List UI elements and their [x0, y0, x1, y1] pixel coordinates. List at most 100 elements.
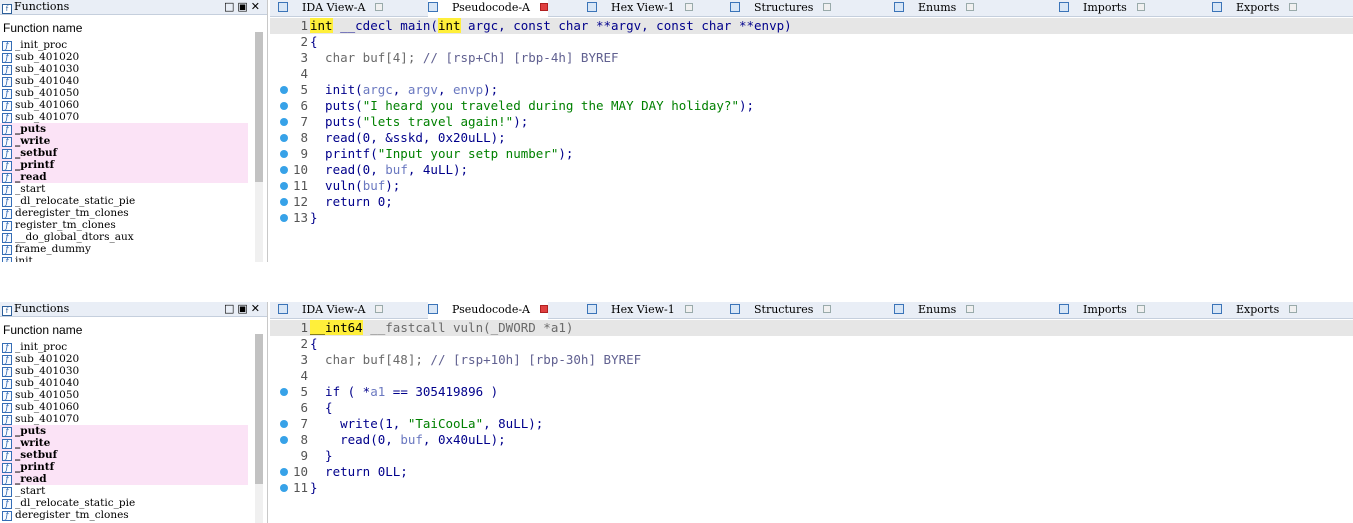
breakpoint-dot-icon[interactable] [280, 198, 288, 206]
tab-close-icon[interactable] [684, 305, 693, 313]
function-list-item[interactable]: f _init_proc [0, 39, 248, 51]
function-list-item[interactable]: f _start [0, 183, 248, 195]
breakpoint-dot-icon[interactable] [280, 102, 288, 110]
function-list-item[interactable]: f _setbuf [0, 147, 248, 159]
breakpoint-dot-icon[interactable] [280, 420, 288, 428]
code-line[interactable]: 11 vuln(buf); [270, 178, 1353, 194]
tab-close-icon[interactable] [966, 3, 975, 11]
function-list-item[interactable]: f sub_401050 [0, 87, 248, 99]
maximize-icon[interactable]: □ [224, 0, 237, 13]
breakpoint-dot-icon[interactable] [280, 150, 288, 158]
breakpoint-dot-icon[interactable] [280, 388, 288, 396]
tab-structures[interactable]: Structures [730, 0, 832, 17]
function-list-item[interactable]: f deregister_tm_clones [0, 207, 248, 219]
code-line[interactable]: 9 } [270, 448, 1353, 464]
code-line[interactable]: 7 write(1, "TaiCooLa", 8uLL); [270, 416, 1353, 432]
function-list-item[interactable]: f sub_401030 [0, 63, 248, 75]
scrollbar-thumb[interactable] [255, 32, 263, 182]
breakpoint-dot-icon[interactable] [280, 166, 288, 174]
tab-close-icon[interactable] [1289, 3, 1298, 11]
function-list-item[interactable]: f init [0, 255, 248, 262]
function-list-item[interactable]: f sub_401070 [0, 111, 248, 123]
close-icon[interactable]: ✕ [251, 0, 263, 13]
tab-pseudocode-a[interactable]: Pseudocode-A [428, 0, 549, 17]
function-list-item[interactable]: f sub_401040 [0, 377, 248, 389]
tab-imports[interactable]: Imports [1059, 0, 1145, 17]
function-list-item[interactable]: f sub_401070 [0, 413, 248, 425]
code-line[interactable]: 4 [270, 368, 1353, 384]
tab-close-icon[interactable] [1289, 305, 1298, 313]
code-line[interactable]: 1 int __cdecl main(int argc, const char *… [270, 18, 1353, 34]
function-list-item[interactable]: f __do_global_dtors_aux [0, 231, 248, 243]
tab-ida-view-a[interactable]: IDA View-A [278, 302, 384, 319]
tab-hex-view-1[interactable]: Hex View-1 [587, 0, 693, 17]
tab-close-icon[interactable] [1136, 305, 1145, 313]
tab-pseudocode-a[interactable]: Pseudocode-A [428, 302, 549, 319]
tab-close-icon[interactable] [966, 305, 975, 313]
function-list-item[interactable]: f sub_401030 [0, 365, 248, 377]
code-line[interactable]: 13} [270, 210, 1353, 226]
function-list-item[interactable]: f _dl_relocate_static_pie [0, 497, 248, 509]
function-list-item[interactable]: f _start [0, 485, 248, 497]
function-list-item[interactable]: f sub_401020 [0, 51, 248, 63]
function-list-item[interactable]: f sub_401020 [0, 353, 248, 365]
function-name-column-header[interactable]: Function name [0, 15, 267, 39]
function-list-item[interactable]: f sub_401040 [0, 75, 248, 87]
breakpoint-dot-icon[interactable] [280, 468, 288, 476]
function-list-scrollbar[interactable] [255, 32, 263, 262]
function-list-item[interactable]: f sub_401050 [0, 389, 248, 401]
breakpoint-dot-icon[interactable] [280, 436, 288, 444]
function-list-item[interactable]: f _puts [0, 425, 248, 437]
tab-close-icon[interactable] [1136, 3, 1145, 11]
tab-exports[interactable]: Exports [1212, 302, 1298, 319]
code-line[interactable]: 9 printf("Input your setp number"); [270, 146, 1353, 162]
tab-close-icon[interactable] [375, 3, 384, 11]
code-line[interactable]: 3 char buf[4]; // [rsp+Ch] [rbp-4h] BYRE… [270, 50, 1353, 66]
function-list-item[interactable]: f _dl_relocate_static_pie [0, 195, 248, 207]
function-list-item[interactable]: f _read [0, 171, 248, 183]
code-line[interactable]: 11} [270, 480, 1353, 496]
pseudocode-view[interactable]: 1 __int64 __fastcall vuln(_DWORD *a1) 2{3 … [270, 320, 1353, 523]
scrollbar-thumb[interactable] [255, 334, 263, 484]
tab-enums[interactable]: Enums [894, 0, 975, 17]
tab-close-icon[interactable] [540, 3, 549, 11]
function-list-item[interactable]: f _write [0, 437, 248, 449]
breakpoint-dot-icon[interactable] [280, 86, 288, 94]
function-list-item[interactable]: f register_tm_clones [0, 219, 248, 231]
function-name-column-header[interactable]: Function name [0, 317, 267, 341]
breakpoint-dot-icon[interactable] [280, 214, 288, 222]
tab-exports[interactable]: Exports [1212, 0, 1298, 17]
code-line[interactable]: 2{ [270, 336, 1353, 352]
function-list-scrollbar[interactable] [255, 334, 263, 523]
code-line[interactable]: 10 read(0, buf, 4uLL); [270, 162, 1353, 178]
code-line[interactable]: 5 init(argc, argv, envp); [270, 82, 1353, 98]
code-line[interactable]: 6 puts("I heard you traveled during the … [270, 98, 1353, 114]
function-list-item[interactable]: f sub_401060 [0, 99, 248, 111]
code-line[interactable]: 3 char buf[48]; // [rsp+10h] [rbp-30h] B… [270, 352, 1353, 368]
code-line[interactable]: 12 return 0; [270, 194, 1353, 210]
code-line[interactable]: 7 puts("lets travel again!"); [270, 114, 1353, 130]
function-list-item[interactable]: f _setbuf [0, 449, 248, 461]
code-line[interactable]: 6 { [270, 400, 1353, 416]
function-list-item[interactable]: f _write [0, 135, 248, 147]
function-list-item[interactable]: f _puts [0, 123, 248, 135]
code-line[interactable]: 8 read(0, buf, 0x40uLL); [270, 432, 1353, 448]
function-list-item[interactable]: f sub_401060 [0, 401, 248, 413]
tab-close-icon[interactable] [684, 3, 693, 11]
float-icon[interactable]: ▣ [237, 0, 250, 13]
code-line[interactable]: 2{ [270, 34, 1353, 50]
tab-imports[interactable]: Imports [1059, 302, 1145, 319]
code-line[interactable]: 1 __int64 __fastcall vuln(_DWORD *a1) [270, 320, 1353, 336]
tab-ida-view-a[interactable]: IDA View-A [278, 0, 384, 17]
function-list-item[interactable]: f _read [0, 473, 248, 485]
maximize-icon[interactable]: □ [224, 302, 237, 315]
tab-hex-view-1[interactable]: Hex View-1 [587, 302, 693, 319]
tab-close-icon[interactable] [375, 305, 384, 313]
breakpoint-dot-icon[interactable] [280, 134, 288, 142]
function-list-item[interactable]: f deregister_tm_clones [0, 509, 248, 521]
breakpoint-dot-icon[interactable] [280, 484, 288, 492]
function-list-item[interactable]: f _init_proc [0, 341, 248, 353]
float-icon[interactable]: ▣ [237, 302, 250, 315]
tab-structures[interactable]: Structures [730, 302, 832, 319]
close-icon[interactable]: ✕ [251, 302, 263, 315]
